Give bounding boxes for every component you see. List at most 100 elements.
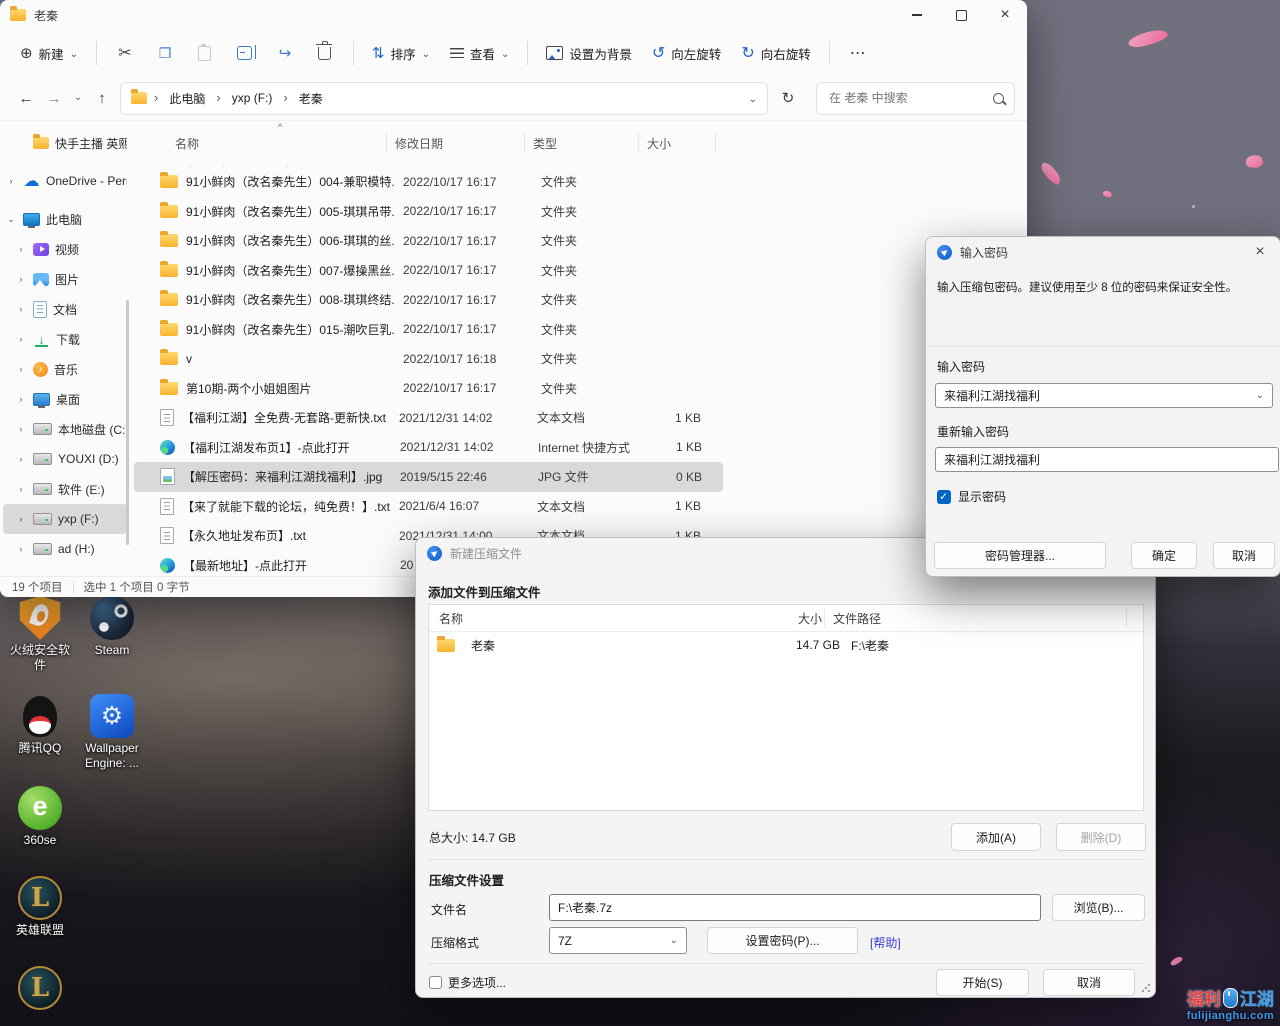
file-row[interactable]: 【福利江湖发布页1】-点此打开 2021/12/31 14:02 Interne…	[134, 433, 723, 463]
maximize-button[interactable]	[939, 0, 983, 30]
expand-chevron-icon[interactable]: ›	[15, 514, 27, 524]
expand-chevron-icon[interactable]: ›	[15, 544, 27, 554]
address-bar[interactable]: 此电脑 yxp (F:) 老秦	[120, 82, 768, 115]
sidebar-item[interactable]: 快手主播 英熙	[3, 128, 127, 158]
table-row[interactable]: 老秦 14.7 GB F:\老秦	[429, 632, 1143, 658]
sidebar-item[interactable]: › 音乐	[3, 354, 127, 384]
checkbox-checked[interactable]	[937, 490, 951, 504]
table-column-name[interactable]: 名称	[429, 610, 769, 627]
table-column-path[interactable]: 文件路径	[825, 610, 1126, 627]
file-row[interactable]: 【来了就能下载的论坛，纯免费！】.txt 2021/6/4 16:07 文本文档…	[134, 492, 723, 522]
set-password-button[interactable]: 设置密码(P)...	[707, 927, 858, 954]
expand-chevron-icon[interactable]: ›	[5, 176, 17, 186]
history-dropdown-button[interactable]	[68, 83, 88, 113]
sidebar-scrollbar[interactable]	[126, 300, 129, 545]
minimize-button[interactable]	[895, 0, 939, 30]
expand-chevron-icon[interactable]: ›	[15, 244, 27, 254]
expand-chevron-icon[interactable]: ›	[15, 424, 27, 434]
rotate-left-button[interactable]: 向左旋转	[642, 35, 731, 71]
file-row[interactable]: 91小鲜肉（改名秦先生）015-潮吹巨乳... 2022/10/17 16:17…	[134, 315, 723, 345]
sidebar-item[interactable]: › OneDrive - Pers	[3, 166, 127, 196]
address-dropdown-icon[interactable]	[749, 89, 757, 107]
view-button[interactable]: 查看	[440, 35, 519, 71]
column-header-type[interactable]: 类型	[524, 133, 638, 153]
file-row[interactable]: v 2022/10/17 16:18 文件夹	[134, 344, 723, 374]
close-button[interactable]	[983, 0, 1027, 30]
forward-button[interactable]	[40, 83, 68, 113]
file-row[interactable]: 【福利江湖】全免费-无套路-更新快.txt 2021/12/31 14:02 文…	[134, 403, 723, 433]
desktop-icon[interactable]: 火绒安全软件	[5, 596, 75, 694]
start-button[interactable]: 开始(S)	[936, 969, 1029, 996]
browse-button[interactable]: 浏览(B)...	[1052, 894, 1145, 921]
set-background-button[interactable]: 设置为背景	[536, 35, 642, 71]
desktop-icon[interactable]: Steam	[77, 596, 147, 694]
sidebar-item[interactable]: › 下载	[3, 324, 127, 354]
breadcrumb-this-pc[interactable]: 此电脑	[165, 88, 209, 109]
file-row[interactable]: 第10期-两个小姐姐图片 2022/10/17 16:17 文件夹	[134, 374, 723, 404]
file-row[interactable]: 【解压密码：来福利江湖找福利】.jpg 2019/5/15 22:46 JPG …	[134, 462, 723, 492]
help-link[interactable]: [帮助]	[870, 934, 901, 951]
expand-chevron-icon[interactable]: ›	[15, 454, 27, 464]
column-header-size[interactable]: 大小	[638, 133, 716, 153]
expand-chevron-icon[interactable]: ›	[15, 484, 27, 494]
desktop-icon[interactable]: Wallpaper Engine: ...	[77, 694, 147, 786]
refresh-button[interactable]	[774, 83, 802, 113]
sidebar-item[interactable]: › 软件 (E:)	[3, 474, 127, 504]
more-button[interactable]	[838, 35, 878, 71]
resize-grip[interactable]	[1141, 983, 1151, 993]
table-column-size[interactable]: 大小	[769, 610, 822, 627]
desktop-icon[interactable]	[5, 966, 75, 1026]
expand-chevron-icon[interactable]: ›	[15, 364, 27, 374]
chevron-down-icon[interactable]	[1256, 390, 1264, 401]
filename-input[interactable]	[558, 901, 1032, 915]
delete-button[interactable]: 删除(D)	[1056, 823, 1146, 851]
expand-chevron-icon[interactable]: ⌄	[5, 214, 17, 225]
sort-button[interactable]: 排序	[362, 35, 440, 71]
filename-field[interactable]	[549, 894, 1041, 921]
desktop-icon[interactable]: 英雄联盟	[5, 876, 75, 966]
sidebar-item[interactable]: › ad (H:)	[3, 534, 127, 564]
delete-button[interactable]	[305, 35, 345, 71]
password-manager-button[interactable]: 密码管理器...	[934, 542, 1106, 569]
retype-password-field[interactable]	[935, 447, 1279, 472]
rename-button[interactable]	[225, 35, 265, 71]
expand-chevron-icon[interactable]: ›	[15, 274, 27, 284]
more-options-checkbox-row[interactable]: 更多选项...	[429, 974, 506, 991]
checkbox-unchecked[interactable]	[429, 976, 442, 989]
format-select[interactable]: 7Z	[549, 927, 687, 954]
sidebar-item[interactable]: › 本地磁盘 (C:)	[3, 414, 127, 444]
desktop-icon[interactable]: 360se	[5, 786, 75, 876]
expand-chevron-icon[interactable]: ›	[15, 304, 27, 314]
expand-chevron-icon[interactable]: ›	[15, 394, 27, 404]
ok-button[interactable]: 确定	[1131, 542, 1197, 569]
paste-button[interactable]	[185, 35, 225, 71]
sidebar-item[interactable]: ⌄ 此电脑	[3, 204, 127, 234]
up-button[interactable]	[88, 83, 116, 113]
search-box[interactable]	[816, 82, 1015, 115]
retype-password-input[interactable]	[944, 453, 1270, 467]
file-row[interactable]: 91小鲜肉（改名秦先生）005-琪琪吊带... 2022/10/17 16:17…	[134, 197, 723, 227]
back-button[interactable]	[12, 83, 40, 113]
sidebar-item[interactable]: › 图片	[3, 264, 127, 294]
share-button[interactable]	[265, 35, 305, 71]
column-header-date[interactable]: 修改日期	[386, 133, 524, 153]
breadcrumb-folder[interactable]: 老秦	[295, 88, 327, 109]
sidebar-item[interactable]: › 桌面	[3, 384, 127, 414]
copy-button[interactable]	[145, 35, 185, 71]
sidebar-item[interactable]: › YOUXI (D:)	[3, 444, 127, 474]
file-row[interactable]: 91小鲜肉（改名秦先生）008-琪琪终结... 2022/10/17 16:17…	[134, 285, 723, 315]
new-button[interactable]: 新建	[10, 35, 88, 71]
show-password-checkbox-row[interactable]: 显示密码	[937, 488, 1006, 505]
rotate-right-button[interactable]: 向右旋转	[731, 35, 820, 71]
column-header-name[interactable]: 名称	[130, 135, 386, 152]
close-icon[interactable]	[1248, 241, 1272, 263]
cancel-button[interactable]: 取消	[1213, 542, 1275, 569]
file-row[interactable]: 91小鲜肉（改名秦先生）007-爆操黑丝... 2022/10/17 16:17…	[134, 256, 723, 286]
breadcrumb-drive[interactable]: yxp (F:)	[228, 89, 277, 107]
sidebar-item[interactable]: › 文档	[3, 294, 127, 324]
add-button[interactable]: 添加(A)	[951, 823, 1041, 851]
password-combo[interactable]	[935, 383, 1273, 408]
sidebar-item[interactable]: › yxp (F:)	[3, 504, 127, 534]
file-row[interactable]: 91小鲜肉（改名秦先生）004-兼职模特... 2022/10/17 16:17…	[134, 167, 723, 197]
desktop-icon[interactable]: 腾讯QQ	[5, 694, 75, 786]
